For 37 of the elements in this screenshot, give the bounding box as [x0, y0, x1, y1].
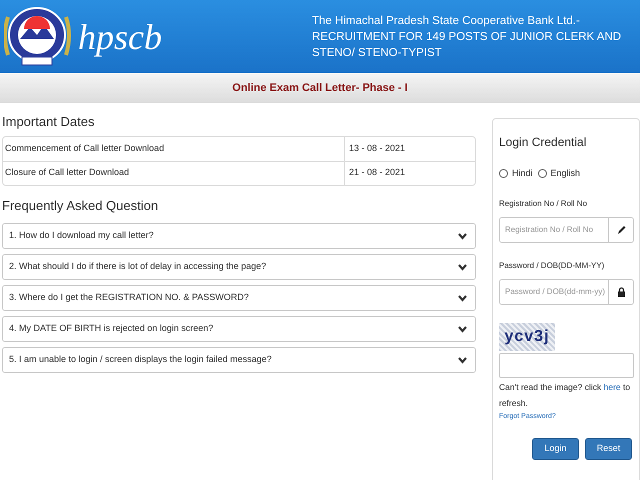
refresh-link[interactable]: here — [604, 382, 621, 392]
refresh-hint: Can't read the image? click here to refresh. — [499, 380, 632, 410]
language-radio[interactable]: English — [538, 167, 580, 180]
header-title: The Himachal Pradesh State Cooperative Bank Ltd.- — [312, 14, 580, 28]
faq-item[interactable]: 1. How do I download my call letter? — [2, 223, 476, 249]
table-cell-text: 21 - 08 - 2021 — [348, 166, 406, 180]
logo-text: hpscb — [78, 18, 162, 54]
input-field[interactable]: Password / DOB(dd-mm-yy) — [499, 278, 609, 304]
chevron-down-icon — [458, 232, 467, 240]
language-radio[interactable]: Hindi — [499, 167, 533, 180]
table-cell: Commencement of Call letter Download — [3, 136, 345, 160]
field-label: Password / DOB(DD-MM-YY) — [499, 260, 606, 272]
section-heading: Important Dates — [2, 113, 96, 131]
captcha-text: ycv3j — [504, 328, 550, 344]
bank-emblem-icon — [4, 4, 74, 68]
faq-item[interactable]: 2. What should I do if there is lot of delay in accessing the page? — [2, 254, 476, 280]
reset-button[interactable]: Reset — [585, 438, 632, 460]
field-label: Registration No / Roll No — [499, 198, 588, 210]
pencil-icon — [616, 224, 626, 234]
captcha-field[interactable] — [499, 352, 634, 378]
faq-item[interactable]: 3. Where do I get the REGISTRATION NO. & PASSWORD? — [2, 285, 476, 311]
chevron-down-icon — [458, 294, 467, 302]
chevron-down-icon — [458, 264, 467, 270]
input-field[interactable]: Registration No / Roll No — [499, 216, 609, 242]
faq-item[interactable]: 5. I am unable to login / screen displays the login failed message? — [2, 347, 476, 373]
faq-item[interactable]: 4. My DATE OF BIRTH is rejected on login screen? — [2, 316, 476, 342]
table-cell: Closure of Call letter Download — [3, 162, 345, 184]
panel-title: Login Credential — [499, 134, 588, 151]
section-heading: Frequently Asked Question — [2, 196, 160, 215]
header-title: STENO/ STENO-TYPIST — [312, 46, 442, 60]
subheader-title: Online Exam Call Letter- Phase - I — [232, 80, 408, 96]
chevron-down-icon — [458, 356, 467, 364]
table-cell-text: 13 - 08 - 2021 — [348, 142, 406, 155]
header-title: RECRUITMENT FOR 149 POSTS OF JUNIOR CLERK AND — [312, 30, 622, 44]
login-button[interactable]: Login — [532, 438, 579, 460]
padlock-icon — [616, 286, 626, 296]
chevron-down-icon — [458, 326, 467, 332]
